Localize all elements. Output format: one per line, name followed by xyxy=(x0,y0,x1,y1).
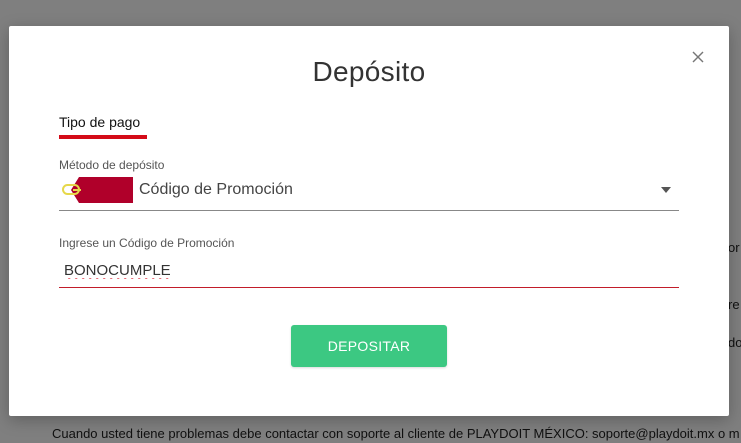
tab-active-indicator xyxy=(59,135,147,139)
deposit-button[interactable]: DEPOSITAR xyxy=(291,325,447,367)
tab-payment-type[interactable]: Tipo de pago xyxy=(59,114,147,139)
deposit-method-value: Código de Promoción xyxy=(139,181,293,198)
chevron-down-icon xyxy=(661,187,671,193)
deposit-modal: Depósito Tipo de pago Método de depósito… xyxy=(9,26,729,416)
promo-code-label: Ingrese un Código de Promoción xyxy=(59,236,235,250)
promo-code-input[interactable] xyxy=(59,258,679,282)
deposit-method-field: Método de depósito Código de Promoción xyxy=(59,158,679,211)
promo-tag-icon xyxy=(62,177,133,203)
promo-code-field: Ingrese un Código de Promoción xyxy=(59,236,679,288)
modal-title: Depósito xyxy=(312,56,426,87)
tab-label: Tipo de pago xyxy=(59,114,141,130)
deposit-method-select[interactable]: Código de Promoción xyxy=(59,176,679,204)
deposit-method-label: Método de depósito xyxy=(59,158,165,172)
